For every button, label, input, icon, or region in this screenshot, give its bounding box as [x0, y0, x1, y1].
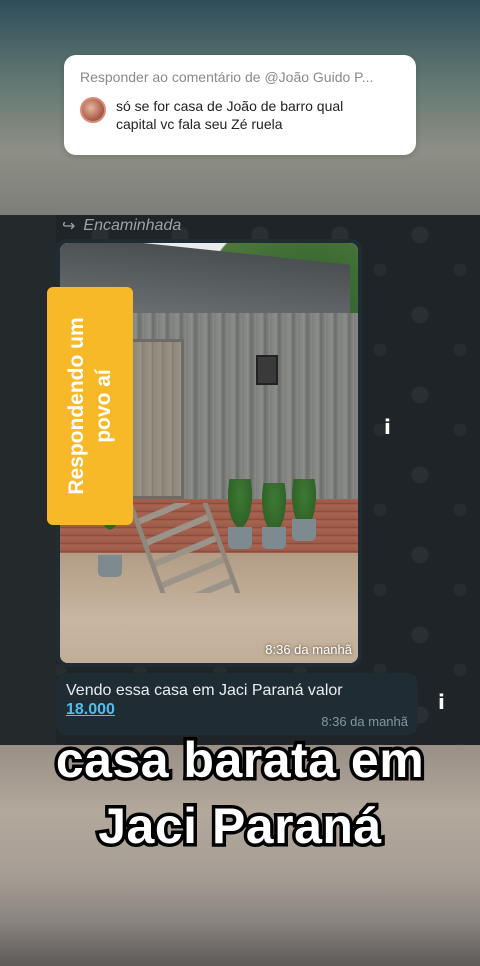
overlay-tag-line-2: povo aí	[92, 369, 115, 443]
photo-lamp	[256, 355, 278, 385]
comment-line-2: capital vc fala seu Zé ruela	[116, 116, 283, 132]
photo-door	[130, 339, 184, 499]
reply-comment-row: só se for casa de João de barro qual cap…	[80, 97, 400, 133]
forwarded-label: ↪ Encaminhada	[62, 216, 181, 236]
photo-pot	[262, 527, 286, 549]
forwarded-text: Encaminhada	[83, 217, 182, 234]
reply-header: Responder ao comentário de @João Guido P…	[80, 69, 374, 85]
photo-pot	[98, 555, 122, 577]
comment-line-1: só se for casa de João de barro qual	[116, 98, 344, 114]
reply-comment-card: Responder ao comentário de @João Guido P…	[64, 55, 416, 155]
caption-line-1: casa barata em	[52, 729, 427, 792]
message-text: Vendo essa casa em Jaci Paraná valor	[66, 682, 343, 699]
photo-pot	[228, 527, 252, 549]
photo-pot	[292, 519, 316, 541]
info-icon[interactable]: i	[384, 415, 391, 439]
info-icon[interactable]: i	[438, 690, 445, 714]
caption-line-2: Jaci Paraná	[95, 795, 385, 858]
photo-plant	[226, 479, 254, 533]
reply-comment-text: só se for casa de João de barro qual cap…	[116, 97, 343, 133]
avatar	[80, 97, 106, 123]
forward-arrow-icon: ↪	[62, 218, 76, 235]
image-timestamp: 8:36 da manhã	[265, 642, 352, 657]
overlay-tag-text: Respondendo um povo aí	[63, 291, 117, 521]
video-caption: casa barata em Jaci Paraná	[0, 727, 480, 859]
overlay-tag: Respondendo um povo aí	[47, 287, 133, 525]
text-message-bubble[interactable]: Vendo essa casa em Jaci Paraná valor 18.…	[56, 673, 418, 735]
overlay-tag-line-1: Respondendo um	[65, 317, 88, 495]
message-price-link[interactable]: 18.000	[66, 701, 115, 719]
